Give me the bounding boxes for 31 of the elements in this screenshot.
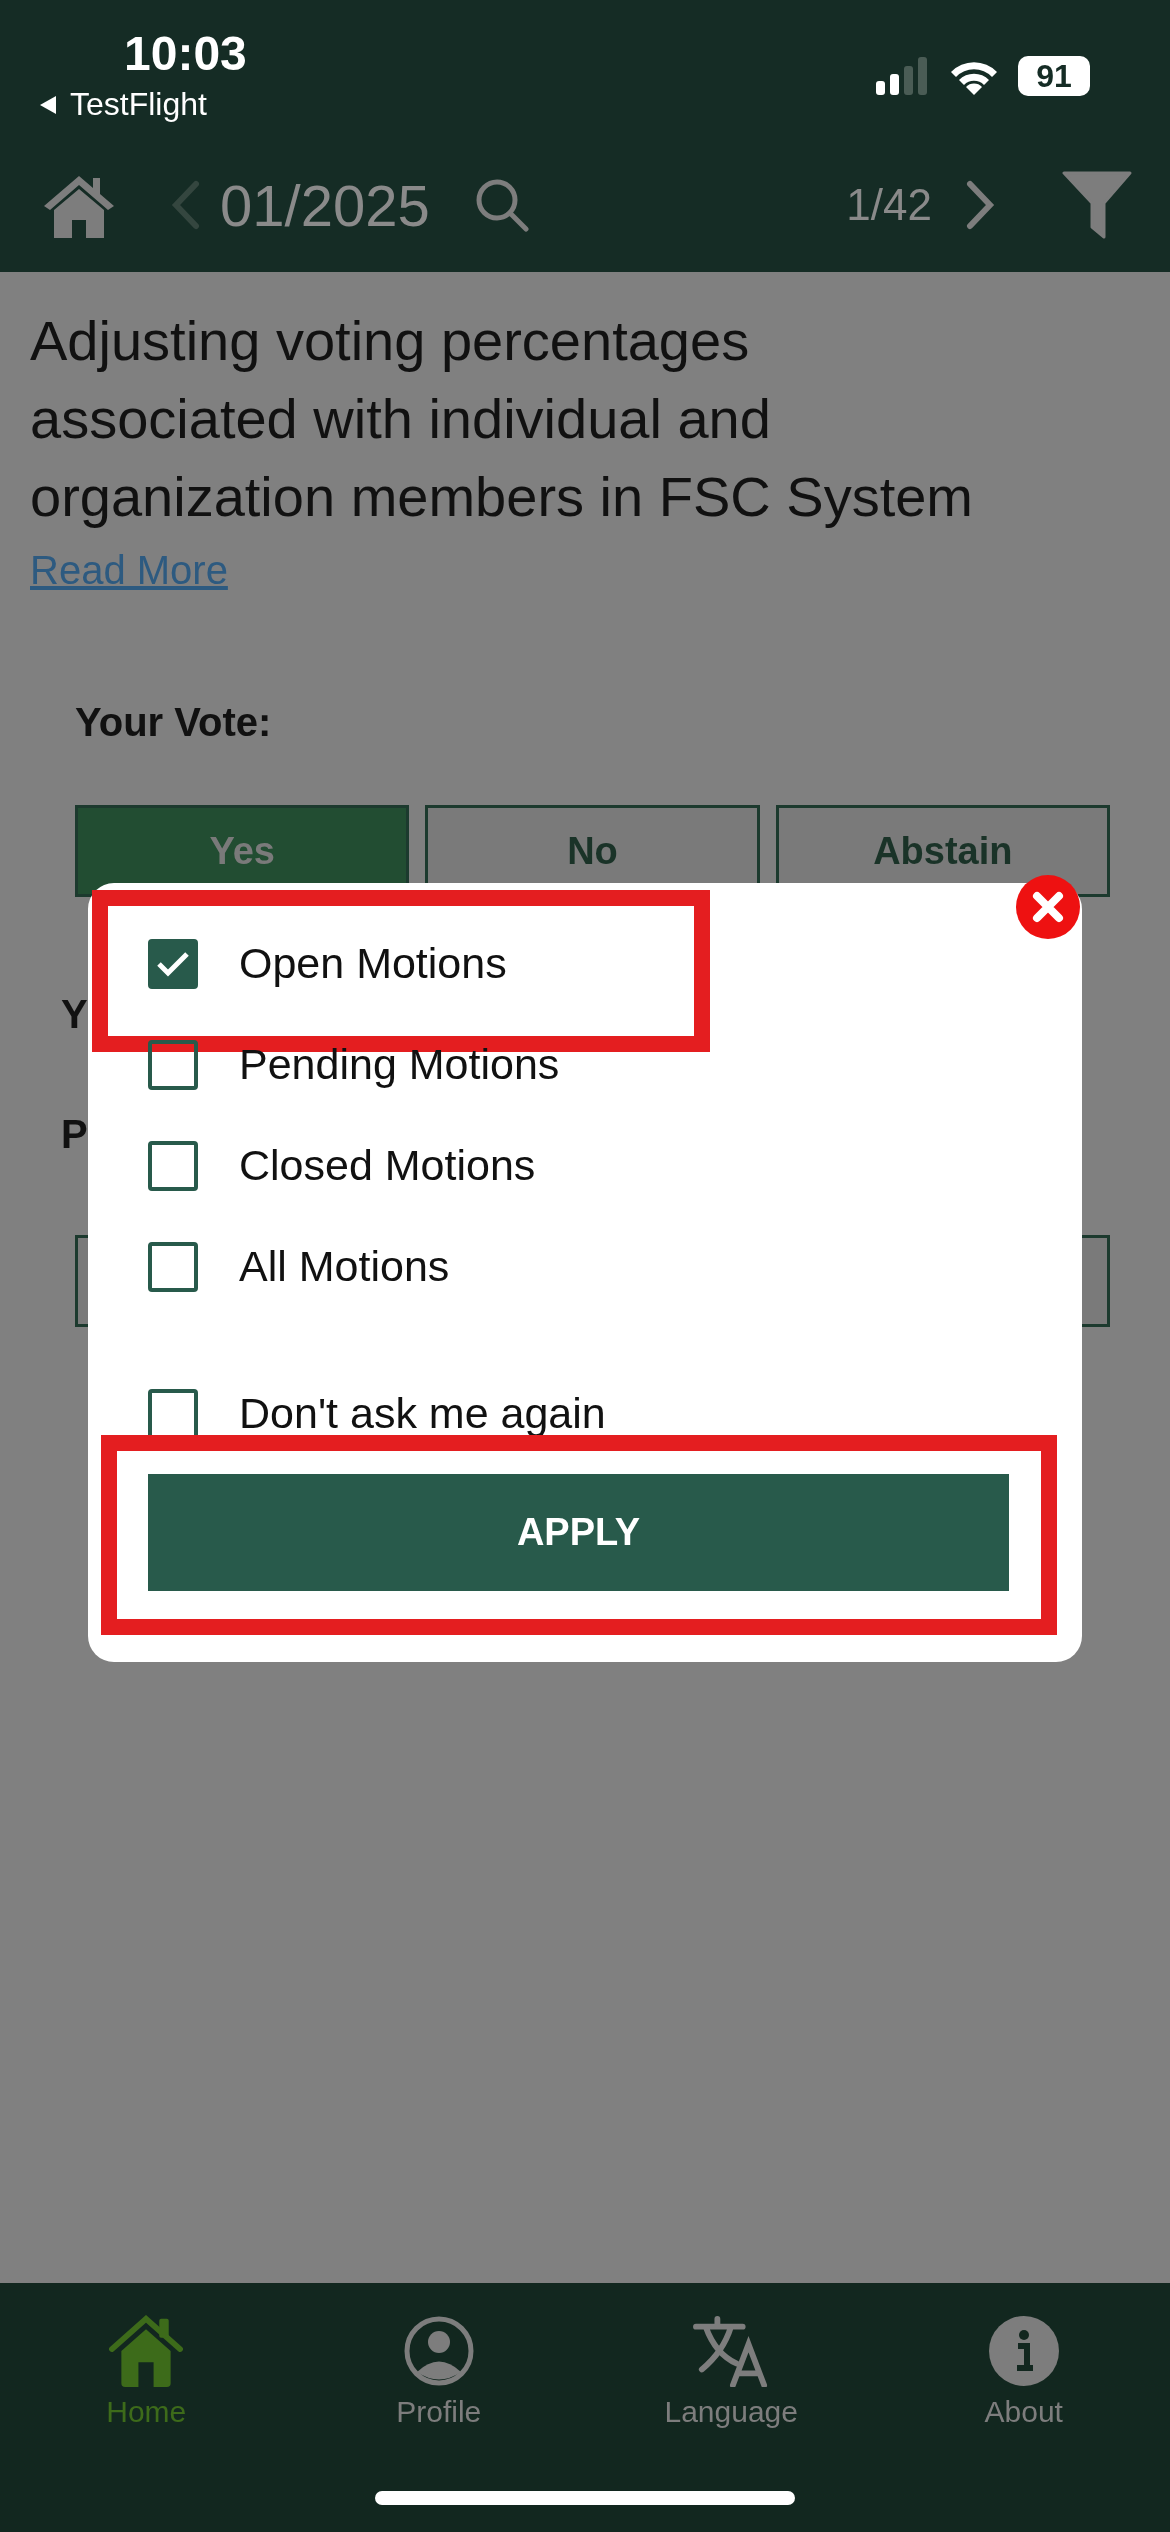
section-label: P	[61, 1112, 88, 1157]
option-label[interactable]: Closed Motions	[239, 1141, 536, 1190]
tab-item[interactable]: About	[877, 2315, 1170, 2465]
motion-title: Adjusting voting percentages associated with individual and organization members in FSC System	[30, 308, 974, 530]
filter-icon[interactable]	[1062, 171, 1132, 239]
checkbox[interactable]	[148, 938, 198, 989]
period-label: 01/2025	[220, 171, 430, 239]
option-label[interactable]: All Motions	[239, 1242, 450, 1291]
close-icon[interactable]	[1015, 874, 1081, 940]
tab-item[interactable]: Profile	[292, 2315, 585, 2465]
checkbox[interactable]	[148, 1039, 198, 1090]
section-label: Y	[61, 992, 88, 1037]
signal-icon	[876, 57, 930, 95]
apply-button[interactable]: APPLY	[148, 1474, 1009, 1591]
checkmark-icon	[156, 949, 190, 978]
battery-level: 91	[1018, 56, 1090, 96]
option-label[interactable]: Open Motions	[239, 939, 507, 988]
checkbox[interactable]	[148, 1241, 198, 1292]
checkbox[interactable]	[148, 1140, 198, 1191]
profile-icon	[402, 2315, 475, 2387]
position-counter: 1/42	[846, 180, 932, 230]
back-app-link[interactable]: TestFlight	[70, 86, 207, 123]
chevron-right-icon[interactable]	[966, 180, 996, 230]
option-label[interactable]: Don't ask me again	[239, 1389, 606, 1438]
status-time: 10:03	[124, 26, 247, 82]
tab-item[interactable]: Language	[585, 2315, 878, 2465]
info-icon	[988, 2315, 1059, 2387]
vote-label: Your Vote:	[75, 700, 273, 745]
back-triangle-icon	[38, 93, 58, 116]
option-label[interactable]: Pending Motions	[239, 1040, 560, 1089]
tab-item[interactable]: Home	[0, 2315, 293, 2465]
